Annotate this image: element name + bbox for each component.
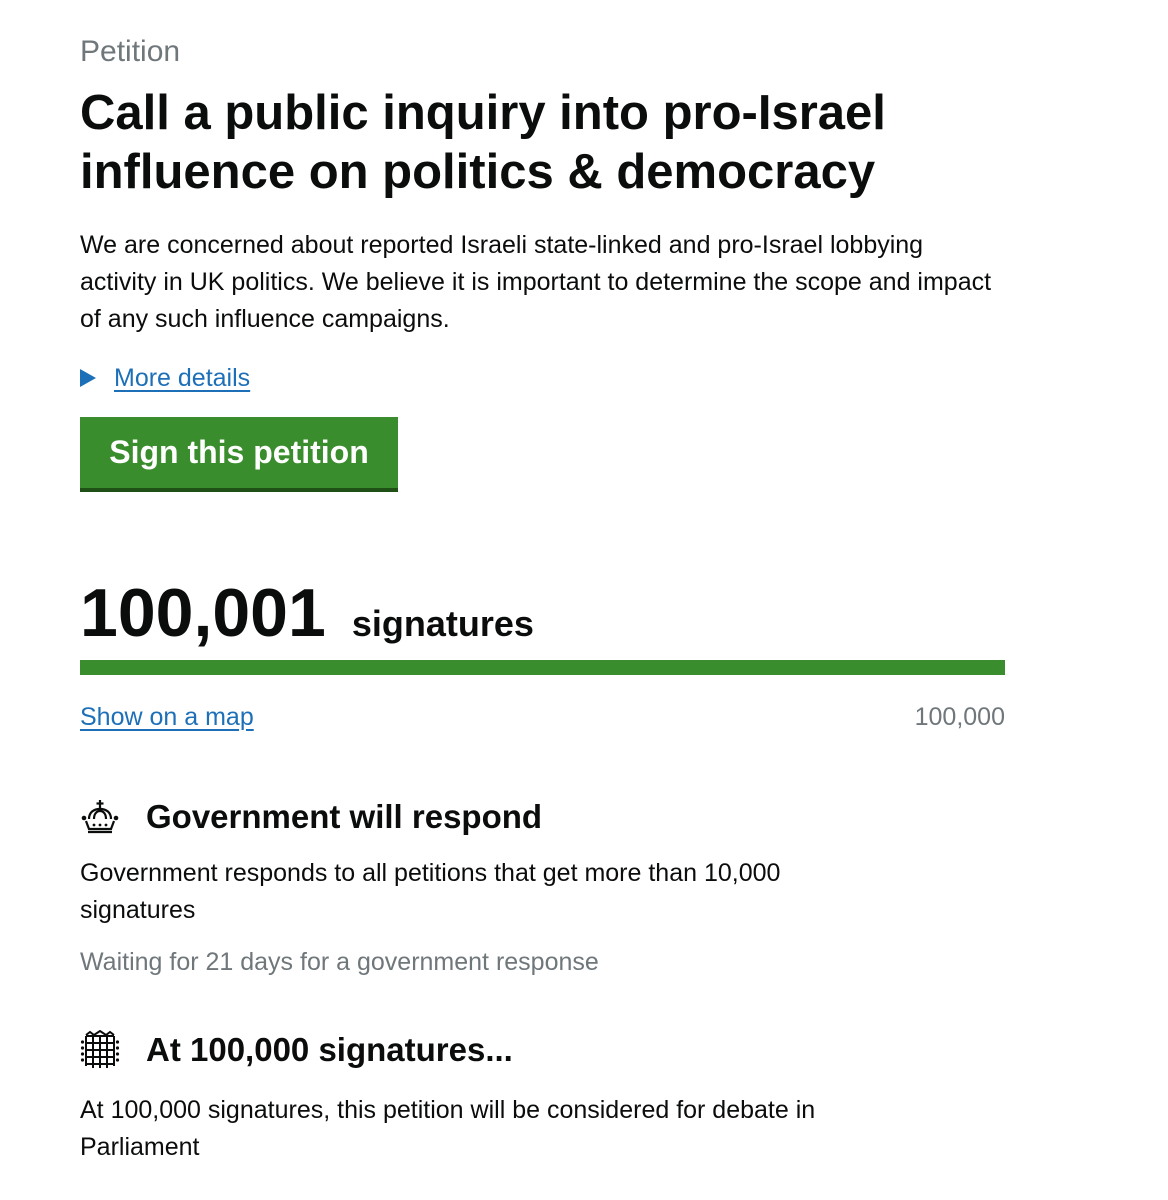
page-caption: Petition xyxy=(80,35,181,68)
signature-count: 100,001 signatures xyxy=(80,574,534,652)
government-response-text: Government responds to all petitions tha… xyxy=(80,859,781,924)
government-response-heading: Government will respond xyxy=(80,797,542,837)
debate-heading: At 100,000 signatures... xyxy=(80,1030,513,1070)
show-on-map-link[interactable]: Show on a map xyxy=(80,699,254,735)
signature-target: 100,000 xyxy=(914,703,1005,731)
petition-title: Call a public inquiry into pro-Israel in… xyxy=(80,86,886,199)
debate-title: At 100,000 signatures... xyxy=(146,1031,513,1068)
government-response-title: Government will respond xyxy=(146,798,543,835)
triangle-right-icon xyxy=(80,369,96,387)
signature-count-label: signatures xyxy=(351,603,534,644)
signature-count-number: 100,001 xyxy=(80,575,326,651)
more-details-link[interactable]: More details xyxy=(114,360,250,396)
government-response-status: Waiting for 21 days for a government res… xyxy=(80,948,599,976)
petition-summary: We are concerned about reported Israeli … xyxy=(80,231,992,333)
signature-progress-fill xyxy=(80,660,1005,675)
sign-petition-button[interactable]: Sign this petition xyxy=(80,417,398,488)
signature-progress-bar xyxy=(80,660,1005,675)
debate-text: At 100,000 signatures, this petition wil… xyxy=(80,1096,816,1161)
more-details-toggle[interactable]: More details xyxy=(80,360,250,396)
crown-icon xyxy=(81,800,119,834)
portcullis-icon xyxy=(80,1030,120,1068)
